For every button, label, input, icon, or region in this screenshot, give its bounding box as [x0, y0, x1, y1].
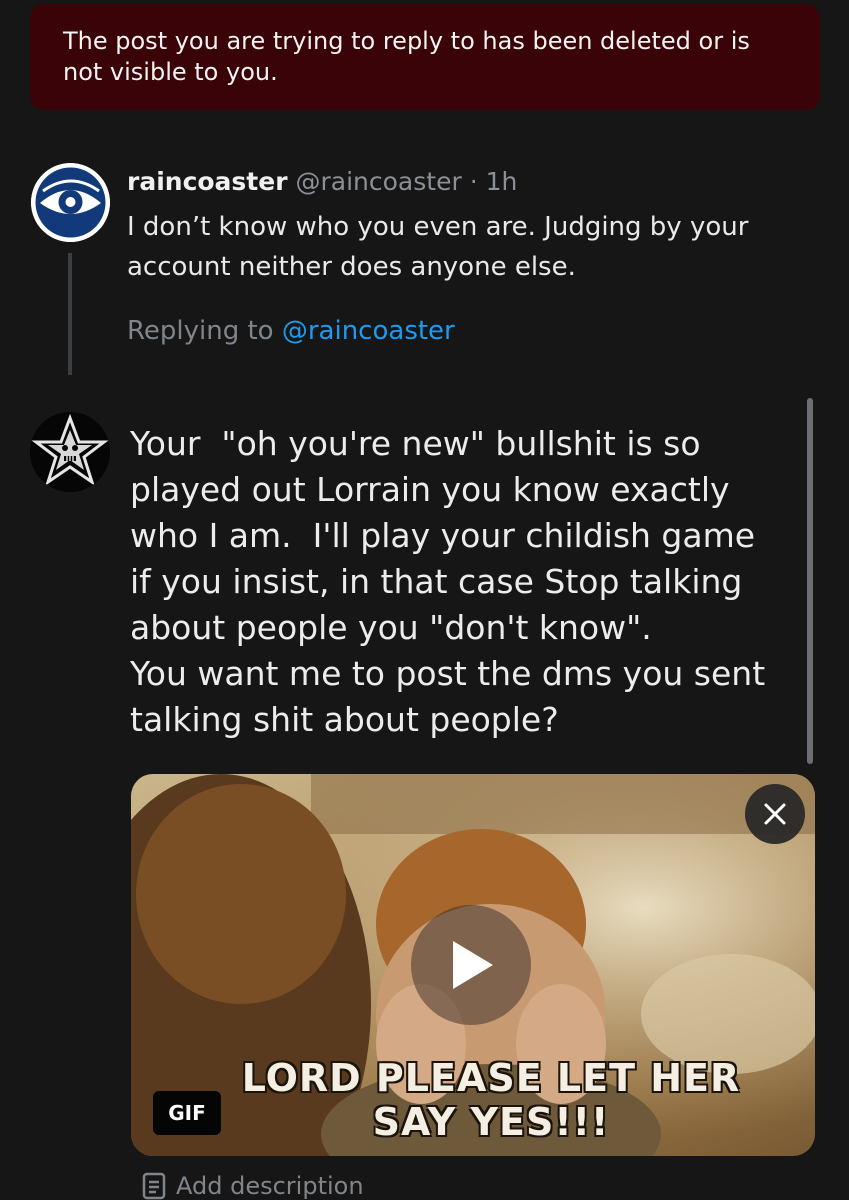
thread-line — [68, 253, 72, 375]
gif-badge: GIF — [153, 1091, 221, 1135]
compose-textarea[interactable]: Your "oh you're new" bullshit is so play… — [130, 421, 802, 745]
play-button[interactable] — [411, 905, 531, 1025]
post-time: 1h — [485, 167, 518, 196]
gif-caption-line-1: LORD PLEASE LET HER — [241, 1056, 741, 1100]
author-handle[interactable]: @raincoaster — [296, 167, 462, 196]
star-skull-icon — [30, 412, 110, 492]
replying-label: Replying to — [127, 316, 274, 346]
author-name[interactable]: raincoaster — [127, 167, 288, 196]
compose-reply-screen: The post you are trying to reply to has … — [0, 0, 849, 1200]
close-icon — [764, 803, 786, 825]
add-description-button[interactable]: Add description — [142, 1172, 364, 1200]
banner-message: The post you are trying to reply to has … — [63, 27, 750, 86]
remove-gif-button[interactable] — [745, 784, 805, 844]
gif-attachment[interactable]: LORD PLEASE LET HER SAY YES!!! GIF — [131, 774, 815, 1156]
deleted-post-banner: The post you are trying to reply to has … — [30, 4, 820, 110]
scrollbar[interactable] — [807, 398, 813, 764]
replying-handle-link[interactable]: @raincoaster — [282, 316, 455, 346]
avatar[interactable] — [31, 163, 110, 242]
replying-to: Replying to @raincoaster — [127, 316, 455, 346]
tweet-text: I don’t know who you even are. Judging b… — [127, 212, 749, 282]
time-separator: · — [461, 167, 486, 196]
my-avatar[interactable] — [30, 412, 110, 492]
play-icon — [453, 941, 493, 989]
tweet-header: raincoaster @raincoaster · 1h — [127, 167, 517, 196]
description-icon — [142, 1172, 166, 1200]
eye-logo-icon — [31, 163, 110, 242]
gif-caption-line-2: SAY YES!!! — [372, 1100, 610, 1144]
add-description-label: Add description — [176, 1172, 364, 1200]
gif-caption: LORD PLEASE LET HER SAY YES!!! — [191, 1056, 791, 1144]
